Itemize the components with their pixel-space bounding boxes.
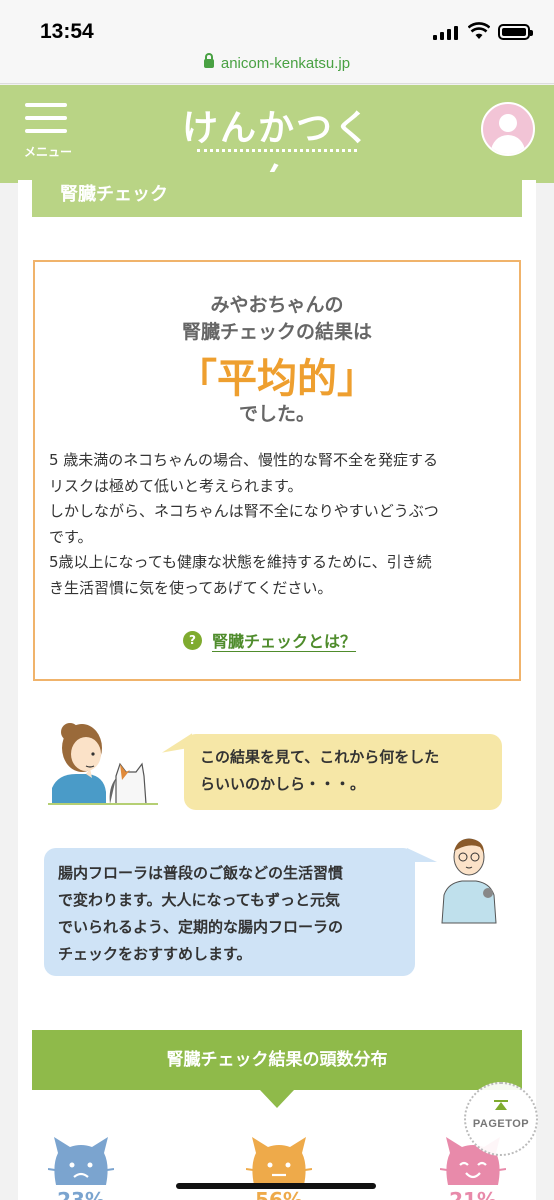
owner-speech-bubble: この結果を見て、これから何をした らいいのかしら・・・。	[184, 734, 502, 810]
neutral-cat-percent: 56%	[255, 1188, 303, 1200]
battery-icon	[498, 24, 533, 40]
url-text[interactable]: anicom-kenkatsu.jp	[221, 55, 350, 72]
lock-icon	[203, 53, 214, 68]
site-header: メニュー けんかつくん	[0, 85, 554, 201]
result-suffix: でした。	[238, 403, 315, 425]
happy-cat-percent: 21%	[449, 1188, 497, 1200]
veterinarian-illustration	[441, 838, 497, 924]
signal-icon	[433, 26, 458, 40]
status-bar: 13:54	[0, 0, 554, 50]
sad-cat-percent: 23%	[57, 1188, 105, 1200]
section-title: 腎臓チェック	[32, 172, 522, 217]
owner-with-cat-illustration	[48, 723, 158, 805]
status-time: 13:54	[40, 20, 94, 43]
result-intro: 腎臓チェックの結果は	[181, 321, 372, 343]
result-description: 5 歳未満のネコちゃんの場合、慢性的な腎不全を発症する リスクは極めて低いと考え…	[49, 451, 439, 597]
profile-avatar[interactable]	[481, 102, 535, 156]
arrow-up-icon	[494, 1100, 508, 1110]
sad-cat-icon	[48, 1137, 114, 1185]
wifi-icon	[468, 22, 490, 39]
hamburger-icon	[25, 103, 67, 107]
address-bar[interactable]: anicom-kenkatsu.jp	[0, 50, 554, 84]
home-indicator[interactable]	[176, 1183, 376, 1189]
result-box: みやおちゃんの 腎臓チェックの結果は 「平均的」 でした。 5 歳未満のネコちゃ…	[33, 260, 521, 681]
doctor-speech-bubble: 腸内フローラは普段のご飯などの生活習慣 で変わります。大人になってもずっと元気 …	[44, 848, 437, 976]
menu-button[interactable]: メニュー	[20, 103, 76, 159]
question-icon: ?	[183, 630, 202, 650]
pagetop-button[interactable]: PAGETOP	[464, 1082, 538, 1156]
help-link[interactable]: ? 腎臓チェックとは？	[183, 628, 356, 652]
menu-label: メニュー	[23, 145, 72, 159]
result-pet-name: みやおちゃんの	[210, 294, 344, 316]
logo-underline	[197, 149, 357, 152]
help-link-label[interactable]: 腎臓チェックとは？	[212, 628, 356, 652]
distribution-title: 腎臓チェック結果の頭数分布	[32, 1030, 522, 1108]
neutral-cat-icon	[246, 1137, 312, 1185]
result-verdict: 「平均的」	[177, 356, 377, 402]
pagetop-label: PAGETOP	[472, 1118, 530, 1130]
